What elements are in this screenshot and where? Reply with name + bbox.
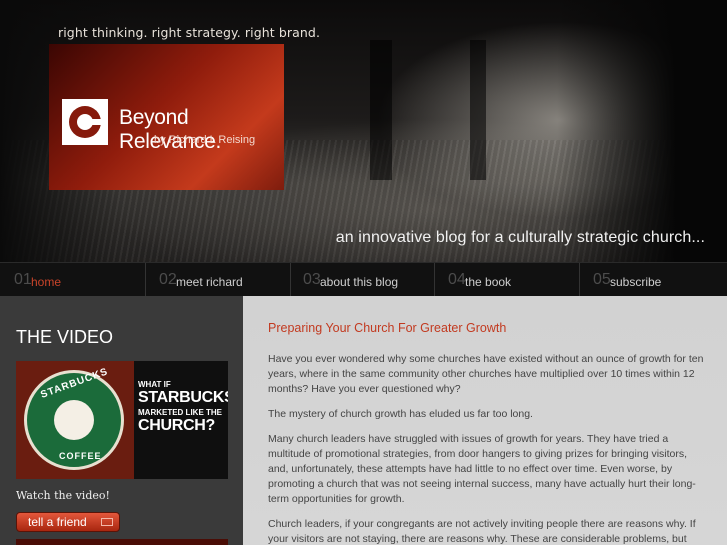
thumbnail-caption: STARBUCKS xyxy=(138,389,228,406)
nav-item-number: 04 xyxy=(448,271,466,288)
site-logo-link[interactable]: Beyond Relevance. by Richard L Reising xyxy=(49,44,284,190)
background-wall xyxy=(557,0,727,262)
watch-video-link[interactable]: Watch the video! xyxy=(16,489,110,502)
post-paragraph: Church leaders, if your congregants are … xyxy=(268,518,696,545)
main-nav: 01 home 02 meet richard 03 about this bl… xyxy=(0,262,727,297)
nav-item-number: 02 xyxy=(159,271,177,288)
nav-item-label: meet richard xyxy=(176,275,243,289)
background-doorway xyxy=(370,40,392,180)
nav-item-number: 03 xyxy=(303,271,321,288)
thumbnail-caption: CHURCH? xyxy=(138,417,216,434)
sidebar: THE VIDEO STARBUCKS COFFEE WHAT IF STARB… xyxy=(0,296,243,545)
video-heading: THE VIDEO xyxy=(16,327,114,347)
header-banner: right thinking. right strategy. right br… xyxy=(0,0,727,262)
envelope-icon xyxy=(101,518,113,526)
thumbnail-caption: MARKETED LIKE THE xyxy=(138,408,222,417)
nav-item-label: home xyxy=(31,275,62,289)
nav-item-label: subscribe xyxy=(610,275,662,289)
video-thumbnail[interactable]: STARBUCKS COFFEE WHAT IF STARBUCKS MARKE… xyxy=(16,361,228,479)
nav-item-subscribe[interactable]: 05 subscribe xyxy=(580,263,727,297)
nav-item-the-book[interactable]: 04 the book xyxy=(435,263,580,297)
logo-text: COFFEE xyxy=(59,451,102,461)
logo-subtitle: by Richard L Reising xyxy=(154,134,256,146)
nav-item-label: the book xyxy=(465,275,512,289)
logo-text: STARBUCKS xyxy=(39,366,110,401)
logo-title: Beyond Relevance. xyxy=(119,106,222,153)
post-paragraph: Have you ever wondered why some churches… xyxy=(268,353,704,395)
sidebar-bottom-banner xyxy=(16,539,228,545)
thumbnail-caption: WHAT IF xyxy=(138,380,171,389)
main-content: Preparing Your Church For Greater Growth… xyxy=(243,296,727,545)
tell-a-friend-button[interactable]: tell a friend xyxy=(16,512,120,532)
starbucks-logo-icon: STARBUCKS COFFEE xyxy=(16,361,134,479)
post-paragraph: The mystery of church growth has eluded … xyxy=(268,408,533,420)
background-doorway xyxy=(470,40,486,180)
logo-icon xyxy=(62,99,108,145)
post-title-link[interactable]: Preparing Your Church For Greater Growth xyxy=(268,321,506,335)
post-paragraph: Many church leaders have struggled with … xyxy=(268,433,696,505)
nav-item-label: about this blog xyxy=(320,275,399,289)
nav-item-home[interactable]: 01 home xyxy=(0,263,146,297)
nav-item-about-this-blog[interactable]: 03 about this blog xyxy=(291,263,435,297)
post-body: Have you ever wondered why some churches… xyxy=(268,352,708,545)
header-slogan: an innovative blog for a culturally stra… xyxy=(335,229,705,246)
site-tagline: right thinking. right strategy. right br… xyxy=(58,25,321,40)
nav-item-number: 05 xyxy=(593,271,611,288)
tell-a-friend-label: tell a friend xyxy=(28,515,87,529)
nav-item-meet-richard[interactable]: 02 meet richard xyxy=(146,263,291,297)
nav-item-number: 01 xyxy=(14,271,32,288)
